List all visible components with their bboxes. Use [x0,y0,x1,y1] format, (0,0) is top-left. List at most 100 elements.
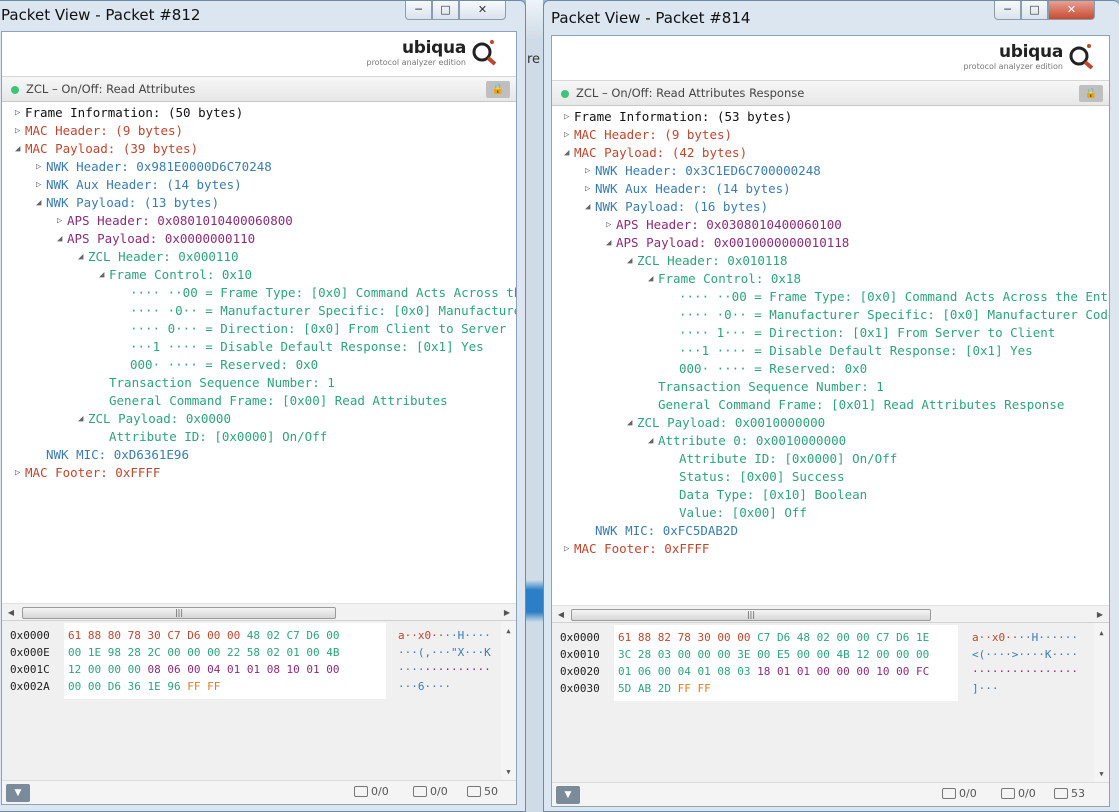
tree-row[interactable]: NWK MIC: 0xD6361E96 [2,446,516,464]
lock-icon[interactable]: 🔒 [1079,85,1103,102]
scrollbar-thumb[interactable]: ||| [571,609,931,621]
expanded-triangle-icon[interactable]: ◢ [585,198,590,216]
dropdown-arrow-icon[interactable]: ▼ [6,784,30,802]
tree-row[interactable]: ···1 ···· = Disable Default Response: [0… [552,342,1109,360]
horizontal-scrollbar[interactable]: ◀ ▶ ||| [552,605,1109,622]
expanded-triangle-icon[interactable]: ◢ [99,266,104,284]
tree-row[interactable]: Data Type: [0x10] Boolean [552,486,1109,504]
tree-row[interactable]: ◢ NWK Payload: (13 bytes) [2,194,516,212]
minimize-button[interactable]: ─ [405,1,432,20]
vertical-scrollbar[interactable]: ▲ ▼ [1094,623,1109,782]
expanded-triangle-icon[interactable]: ◢ [15,140,20,158]
vertical-scrollbar[interactable]: ▲ ▼ [501,621,516,780]
expanded-triangle-icon[interactable]: ◢ [648,432,653,450]
tree-row[interactable]: ◢ Attribute 0: 0x0010000000 [552,432,1109,450]
tree-row[interactable]: ▷ NWK Aux Header: (14 bytes) [2,176,516,194]
expanded-triangle-icon[interactable]: ◢ [36,194,41,212]
title-bar[interactable]: Packet View - Packet #814 ─ □ ✕ [544,1,1119,31]
tree-row[interactable]: NWK MIC: 0xFC5DAB2D [552,522,1109,540]
scroll-right-arrow-icon[interactable]: ▶ [500,604,514,621]
tree-row[interactable]: ◢ Frame Control: 0x18 [552,270,1109,288]
tree-row[interactable]: ◢ MAC Payload: (42 bytes) [552,144,1109,162]
lock-icon[interactable]: 🔒 [486,81,510,98]
expanded-triangle-icon[interactable]: ◢ [606,234,611,252]
scroll-up-arrow-icon[interactable]: ▲ [1094,625,1109,639]
tree-row[interactable]: ···· ·0·· = Manufacturer Specific: [0x0]… [2,302,516,320]
expanded-triangle-icon[interactable]: ◢ [627,414,632,432]
tree-row[interactable]: General Command Frame: [0x00] Read Attri… [2,392,516,410]
maximize-button[interactable]: □ [432,1,459,20]
tree-row[interactable]: ▷ MAC Footer: 0xFFFF [552,540,1109,558]
tree-row[interactable]: Attribute ID: [0x0000] On/Off [552,450,1109,468]
scroll-down-arrow-icon[interactable]: ▼ [501,764,516,778]
tree-row[interactable]: ···· 1··· = Direction: [0x1] From Server… [552,324,1109,342]
tree-row[interactable]: ◢ APS Payload: 0x0010000000010118 [552,234,1109,252]
tree-row[interactable]: ▷ MAC Header: (9 bytes) [2,122,516,140]
collapsed-triangle-icon[interactable]: ▷ [15,464,20,482]
hex-ascii[interactable]: a··x0····H···· ···(,···"X···K ············… [398,627,491,695]
collapsed-triangle-icon[interactable]: ▷ [15,122,20,140]
scroll-left-arrow-icon[interactable]: ◀ [4,604,18,621]
tree-row[interactable]: ◢ APS Payload: 0x0000000110 [2,230,516,248]
tree-row[interactable]: ▷ APS Header: 0x0801010400060800 [2,212,516,230]
collapsed-triangle-icon[interactable]: ▷ [564,126,569,144]
collapsed-triangle-icon[interactable]: ▷ [57,212,62,230]
title-bar[interactable]: Packet View - Packet #812 ─ □ ✕ [0,1,525,31]
tree-row[interactable]: ▷ NWK Header: 0x981E0000D6C70248 [2,158,516,176]
tree-row[interactable]: Status: [0x00] Success [552,468,1109,486]
collapsed-triangle-icon[interactable]: ▷ [564,540,569,558]
expanded-triangle-icon[interactable]: ◢ [648,270,653,288]
tree-row[interactable]: 000· ···· = Reserved: 0x0 [552,360,1109,378]
dropdown-arrow-icon[interactable]: ▼ [556,786,580,804]
expanded-triangle-icon[interactable]: ◢ [564,144,569,162]
tree-row[interactable]: Attribute ID: [0x0000] On/Off [2,428,516,446]
tree-row[interactable]: ▷ NWK Header: 0x3C1ED6C700000248 [552,162,1109,180]
tree-row[interactable]: Transaction Sequence Number: 1 [552,378,1109,396]
tree-row[interactable]: ◢ ZCL Payload: 0x0010000000 [552,414,1109,432]
hex-ascii[interactable]: a··x0····H······ <(····>····K···· ········… [972,629,1078,697]
tree-row[interactable]: ▷ Frame Information: (53 bytes) [552,108,1109,126]
collapsed-triangle-icon[interactable]: ▷ [36,158,41,176]
close-button[interactable]: ✕ [1048,1,1095,20]
scroll-left-arrow-icon[interactable]: ◀ [554,606,568,623]
tree-row[interactable]: ◢ ZCL Header: 0x010118 [552,252,1109,270]
tree-row[interactable]: ···· ··00 = Frame Type: [0x0] Command Ac… [552,288,1109,306]
hex-bytes[interactable]: 61 88 82 78 30 00 00 C7 D6 48 02 00 00 C… [614,625,958,701]
expanded-triangle-icon[interactable]: ◢ [627,252,632,270]
collapsed-triangle-icon[interactable]: ▷ [585,180,590,198]
tree-row[interactable]: ···· ·0·· = Manufacturer Specific: [0x0]… [552,306,1109,324]
collapsed-triangle-icon[interactable]: ▷ [606,216,611,234]
tree-row[interactable]: ◢ ZCL Header: 0x000110 [2,248,516,266]
tree-row[interactable]: ···· 0··· = Direction: [0x0] From Client… [2,320,516,338]
tree-row[interactable]: Value: [0x00] Off [552,504,1109,522]
maximize-button[interactable]: □ [1021,1,1048,20]
tree-row[interactable]: ···1 ···· = Disable Default Response: [0… [2,338,516,356]
tree-row[interactable]: ▷ MAC Header: (9 bytes) [552,126,1109,144]
close-button[interactable]: ✕ [459,1,506,20]
hex-bytes[interactable]: 61 88 80 78 30 C7 D6 00 00 48 02 C7 D6 0… [64,623,386,699]
expanded-triangle-icon[interactable]: ◢ [78,248,83,266]
tree-row[interactable]: ◢ NWK Payload: (16 bytes) [552,198,1109,216]
tree-row[interactable]: ▷ MAC Footer: 0xFFFF [2,464,516,482]
tree-row[interactable]: Transaction Sequence Number: 1 [2,374,516,392]
tree-row[interactable]: ◢ MAC Payload: (39 bytes) [2,140,516,158]
tree-row[interactable]: ◢ Frame Control: 0x10 [2,266,516,284]
tree-row[interactable]: ▷ NWK Aux Header: (14 bytes) [552,180,1109,198]
expanded-triangle-icon[interactable]: ◢ [57,230,62,248]
horizontal-scrollbar[interactable]: ◀ ▶ ||| [2,603,516,620]
tree-row[interactable]: General Command Frame: [0x01] Read Attri… [552,396,1109,414]
scrollbar-thumb[interactable]: ||| [22,607,336,619]
collapsed-triangle-icon[interactable]: ▷ [15,104,20,122]
tree-row[interactable]: ···· ··00 = Frame Type: [0x0] Command Ac… [2,284,516,302]
scroll-up-arrow-icon[interactable]: ▲ [501,623,516,637]
scroll-right-arrow-icon[interactable]: ▶ [1093,606,1107,623]
collapsed-triangle-icon[interactable]: ▷ [36,176,41,194]
expanded-triangle-icon[interactable]: ◢ [78,410,83,428]
tree-row[interactable]: ▷ Frame Information: (50 bytes) [2,104,516,122]
tree-row[interactable]: ◢ ZCL Payload: 0x0000 [2,410,516,428]
collapsed-triangle-icon[interactable]: ▷ [564,108,569,126]
collapsed-triangle-icon[interactable]: ▷ [585,162,590,180]
tree-row[interactable]: ▷ APS Header: 0x0308010400060100 [552,216,1109,234]
scroll-down-arrow-icon[interactable]: ▼ [1094,766,1109,780]
tree-row[interactable]: 000· ···· = Reserved: 0x0 [2,356,516,374]
